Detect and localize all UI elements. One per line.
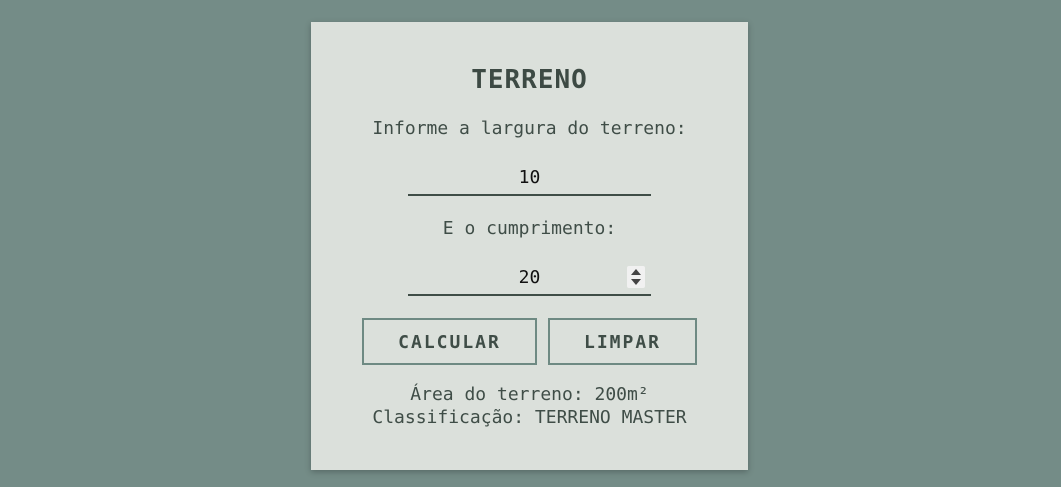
length-input[interactable]: 20 (408, 266, 651, 296)
clear-button[interactable]: LIMPAR (548, 318, 697, 365)
page-title: TERRENO (471, 65, 588, 95)
calculate-button[interactable]: CALCULAR (362, 318, 537, 365)
length-label: E o cumprimento: (442, 218, 617, 239)
width-input-value: 10 (518, 167, 541, 188)
spinner-down-icon[interactable] (631, 279, 641, 285)
length-input-value: 20 (518, 267, 541, 288)
spinner-icon[interactable] (627, 266, 645, 288)
terrain-card: TERRENO Informe a largura do terreno: 10… (311, 22, 748, 470)
spinner-up-icon[interactable] (631, 269, 641, 275)
width-label: Informe a largura do terreno: (372, 118, 687, 139)
width-input[interactable]: 10 (408, 166, 651, 196)
classification-result: Classificação: TERRENO MASTER (372, 407, 687, 428)
area-result: Área do terreno: 200m² (410, 384, 649, 405)
